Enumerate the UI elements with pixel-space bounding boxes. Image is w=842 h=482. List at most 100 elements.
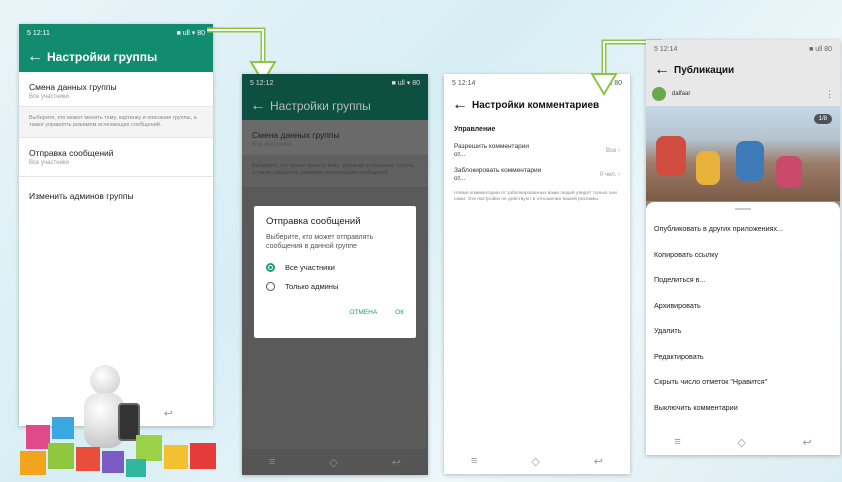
nav-home-icon[interactable]: ◇ [329, 456, 337, 469]
cancel-button[interactable]: ОТМЕНА [349, 309, 377, 316]
section-heading: Управление [454, 126, 496, 133]
menu-item[interactable]: Копировать ссылку [654, 248, 832, 274]
description-text: Выберите, кто может менять тему, картинк… [252, 163, 416, 176]
ok-button[interactable]: ОК [395, 309, 404, 316]
status-bar: 5 12:11 ■ ull ▾ 80 [19, 24, 213, 42]
cube-icon [48, 443, 74, 469]
row-title: Смена данных группы [252, 130, 340, 140]
options-bottom-sheet: Опубликовать в других приложениях... Копи… [646, 202, 840, 455]
status-time: 5 12:12 [250, 79, 274, 87]
change-group-info-row[interactable]: Смена данных группы Все участники [19, 72, 213, 107]
status-time: 5 12:14 [654, 45, 678, 53]
nav-back-icon[interactable]: ↩ [594, 455, 603, 468]
more-options-icon[interactable]: ⋮ [825, 89, 834, 100]
row-subtitle: Все участники [29, 160, 69, 166]
radio-unselected-icon[interactable] [266, 282, 275, 291]
screen-comment-settings: 5 12:14 ■ ull 80 ← Настройки комментарие… [444, 74, 630, 474]
status-bar: 5 12:14 ■ ull 80 [646, 40, 840, 58]
dialog-text: Выберите, кто может отправлять сообщения… [266, 234, 374, 250]
menu-item[interactable]: Архивировать [654, 299, 832, 325]
header: 5 12:12 ■ ull ▾ 80 ← Настройки группы [242, 74, 428, 120]
status-bar: 5 12:12 ■ ull ▾ 80 [242, 74, 428, 92]
change-group-info-row: Смена данных группы Все участники [242, 120, 428, 155]
sheet-handle[interactable] [735, 208, 751, 210]
nav-back-icon[interactable]: ↩ [802, 436, 811, 449]
menu-list: Опубликовать в других приложениях... Копи… [654, 222, 832, 426]
status-icons: ■ ull 80 [809, 45, 832, 53]
cube-icon [190, 443, 216, 469]
chevron-right-icon: › [618, 172, 620, 178]
status-time: 5 12:11 [27, 29, 50, 37]
radio-selected-icon[interactable] [266, 263, 275, 272]
edit-admins-row[interactable]: Изменить админов группы [19, 177, 213, 211]
nav-menu-icon[interactable]: ≡ [269, 456, 275, 468]
header: 5 12:11 ■ ull ▾ 80 ← Настройки группы [19, 24, 213, 72]
menu-item[interactable]: Удалить [654, 324, 832, 350]
option-label: Все участники [285, 263, 335, 272]
status-icons: ■ ull ▾ 80 [176, 30, 205, 37]
menu-item[interactable]: Поделиться в... [654, 273, 832, 299]
menu-item[interactable]: Опубликовать в других приложениях... [654, 222, 832, 248]
screen-send-messages-dialog: 5 12:12 ■ ull ▾ 80 ← Настройки группы См… [242, 74, 428, 475]
photo-count-badge: 1/8 [813, 114, 832, 124]
block-comments-row[interactable]: Заблокировать комментарии от... 0 чел. › [454, 167, 620, 183]
post-photo[interactable]: 1/8 [646, 106, 840, 201]
account-name[interactable]: dalfaar [672, 91, 690, 97]
menu-item[interactable]: Скрыть число отметок "Нравится" [654, 375, 832, 401]
status-icons: ■ ull ▾ 80 [391, 80, 420, 87]
nav-home-icon[interactable]: ◇ [531, 455, 539, 468]
chevron-right-icon: › [618, 148, 620, 154]
page-title: Настройки группы [47, 50, 158, 64]
description-text: Выберите, кто может менять тему, картинк… [29, 115, 197, 128]
back-arrow-icon[interactable]: ← [19, 48, 47, 66]
cube-icon [20, 451, 46, 475]
row-subtitle: Все участники [252, 142, 292, 148]
note-text: Новые комментарии от заблокированных вам… [454, 191, 617, 202]
cube-icon [76, 447, 100, 471]
option-label: Только админы [285, 282, 339, 291]
page-title: Публикации [674, 64, 735, 76]
nav-home-icon[interactable]: ◇ [737, 436, 745, 449]
avatar[interactable] [652, 87, 666, 101]
row-subtitle: Все участники [29, 94, 69, 100]
row-title: Изменить админов группы [29, 191, 134, 201]
row-label: Заблокировать комментарии от... [454, 167, 542, 182]
status-time: 5 12:14 [452, 79, 476, 87]
back-arrow-icon[interactable]: ← [646, 61, 674, 79]
send-messages-dialog: Отправка сообщений Выберите, кто может о… [254, 206, 416, 338]
nav-menu-icon[interactable]: ≡ [674, 436, 680, 448]
cube-icon [126, 459, 146, 477]
cube-icon [164, 445, 188, 469]
header: 5 12:14 ■ ull 80 ← Публикации dalfaar ⋮ [646, 40, 840, 106]
row-label: Разрешить комментарии от... [454, 143, 529, 158]
decorative-illustration [8, 355, 228, 480]
screen-publications: 5 12:14 ■ ull 80 ← Публикации dalfaar ⋮ … [646, 40, 840, 455]
page-title: Настройки комментариев [472, 99, 600, 111]
send-messages-row[interactable]: Отправка сообщений Все участники [19, 138, 213, 177]
back-arrow-icon[interactable]: ← [242, 97, 270, 115]
row-title: Смена данных группы [29, 82, 117, 92]
post-header: dalfaar ⋮ [646, 82, 840, 106]
row-value: Все [605, 148, 617, 154]
page-title: Настройки группы [270, 99, 371, 113]
row-title: Отправка сообщений [29, 148, 114, 158]
nav-back-icon[interactable]: ↩ [392, 456, 401, 469]
cube-icon [102, 451, 124, 473]
option-all-participants[interactable]: Все участники [266, 263, 404, 272]
menu-item[interactable]: Выключить комментарии [654, 401, 832, 427]
nav-menu-icon[interactable]: ≡ [471, 455, 477, 467]
menu-item[interactable]: Редактировать [654, 350, 832, 376]
dialog-title: Отправка сообщений [266, 216, 361, 227]
cube-icon [26, 425, 50, 449]
person-figure-icon [90, 365, 120, 395]
back-arrow-icon[interactable]: ← [444, 96, 472, 114]
photo-shape [696, 151, 720, 185]
info-description: Выберите, кто может менять тему, картинк… [19, 107, 213, 138]
cube-icon [52, 417, 74, 439]
photo-shape [776, 156, 802, 188]
info-description: Выберите, кто может менять тему, картинк… [242, 155, 428, 186]
row-value: 0 чел. [599, 172, 617, 178]
option-admins-only[interactable]: Только админы [266, 282, 404, 291]
cube-icon [136, 435, 162, 461]
allow-comments-row[interactable]: Разрешить комментарии от... Все › [454, 143, 620, 159]
